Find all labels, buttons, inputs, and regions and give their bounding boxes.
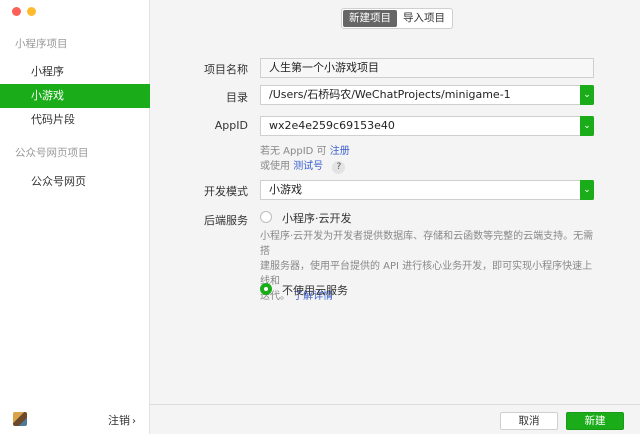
appid-value: wx2e4e259c69153e40 xyxy=(269,119,395,132)
chevron-down-icon[interactable]: ⌄ xyxy=(580,85,594,105)
sidebar-item-official-webpage[interactable]: 公众号网页 xyxy=(0,170,150,194)
test-hint-text: 或使用 xyxy=(260,161,290,172)
register-hint-text: 若无 AppID 可 xyxy=(260,146,327,157)
cloud-dev-radio[interactable] xyxy=(260,211,272,223)
backend-service-label: 后端服务 xyxy=(204,214,248,227)
chevron-down-icon[interactable]: ⌄ xyxy=(580,116,594,136)
sidebar-item-minigame[interactable]: 小游戏 xyxy=(0,84,150,108)
directory-select[interactable]: /Users/石桥码农/WeChatProjects/minigame-1 ⌄ xyxy=(260,85,594,105)
appid-register-hint: 若无 AppID 可 注册 xyxy=(260,142,350,157)
sidebar-footer: 注销 › xyxy=(0,404,150,434)
register-link[interactable]: 注册 xyxy=(330,146,350,157)
avatar[interactable] xyxy=(13,412,27,426)
project-name-label: 项目名称 xyxy=(204,63,248,76)
logout-button[interactable]: 注销 › xyxy=(108,412,136,428)
no-cloud-option-label[interactable]: 不使用云服务 xyxy=(282,282,348,298)
appid-label: AppID xyxy=(214,119,248,132)
dev-mode-label: 开发模式 xyxy=(204,185,248,198)
tab-import-project[interactable]: 导入项目 xyxy=(397,10,451,27)
sidebar-group-official-account: 公众号网页项目 xyxy=(15,147,89,159)
sidebar-item-miniprogram[interactable]: 小程序 xyxy=(0,60,150,84)
dev-mode-value: 小游戏 xyxy=(269,183,302,196)
dialog-footer: 取消 新建 xyxy=(150,404,640,434)
cloud-dev-desc-line-1: 小程序·云开发为开发者提供数据库、存储和云函数等完整的云端支持。无需搭 xyxy=(260,231,594,257)
main-panel: 新建项目 导入项目 项目名称 人生第一个小游戏项目 目录 /Users/石桥码农… xyxy=(150,0,640,434)
appid-select[interactable]: wx2e4e259c69153e40 ⌄ xyxy=(260,116,594,136)
logout-label: 注销 xyxy=(108,414,130,427)
test-account-link[interactable]: 测试号 xyxy=(293,161,323,172)
cancel-button[interactable]: 取消 xyxy=(500,412,558,430)
help-icon[interactable]: ? xyxy=(332,161,346,174)
tab-new-project[interactable]: 新建项目 xyxy=(343,10,397,27)
sidebar-group-miniprogram: 小程序项目 xyxy=(15,38,68,50)
close-window-button[interactable] xyxy=(12,7,21,16)
create-button[interactable]: 新建 xyxy=(566,412,624,430)
directory-label: 目录 xyxy=(226,91,248,104)
sidebar-item-code-snippet[interactable]: 代码片段 xyxy=(0,108,150,132)
chevron-right-icon: › xyxy=(132,416,136,427)
minimize-window-button[interactable] xyxy=(27,7,36,16)
dev-mode-select[interactable]: 小游戏 ⌄ xyxy=(260,180,594,200)
appid-test-hint: 或使用 测试号 ? xyxy=(260,157,346,174)
directory-value: /Users/石桥码农/WeChatProjects/minigame-1 xyxy=(269,88,511,101)
window-controls xyxy=(12,7,36,16)
chevron-down-icon[interactable]: ⌄ xyxy=(580,180,594,200)
project-tabs: 新建项目 导入项目 xyxy=(341,8,453,29)
project-name-input[interactable]: 人生第一个小游戏项目 xyxy=(260,58,594,78)
cloud-dev-option-label[interactable]: 小程序·云开发 xyxy=(282,210,352,226)
no-cloud-radio[interactable] xyxy=(260,283,272,295)
sidebar: 小程序项目 小程序 小游戏 代码片段 公众号网页项目 公众号网页 注销 › xyxy=(0,0,150,434)
